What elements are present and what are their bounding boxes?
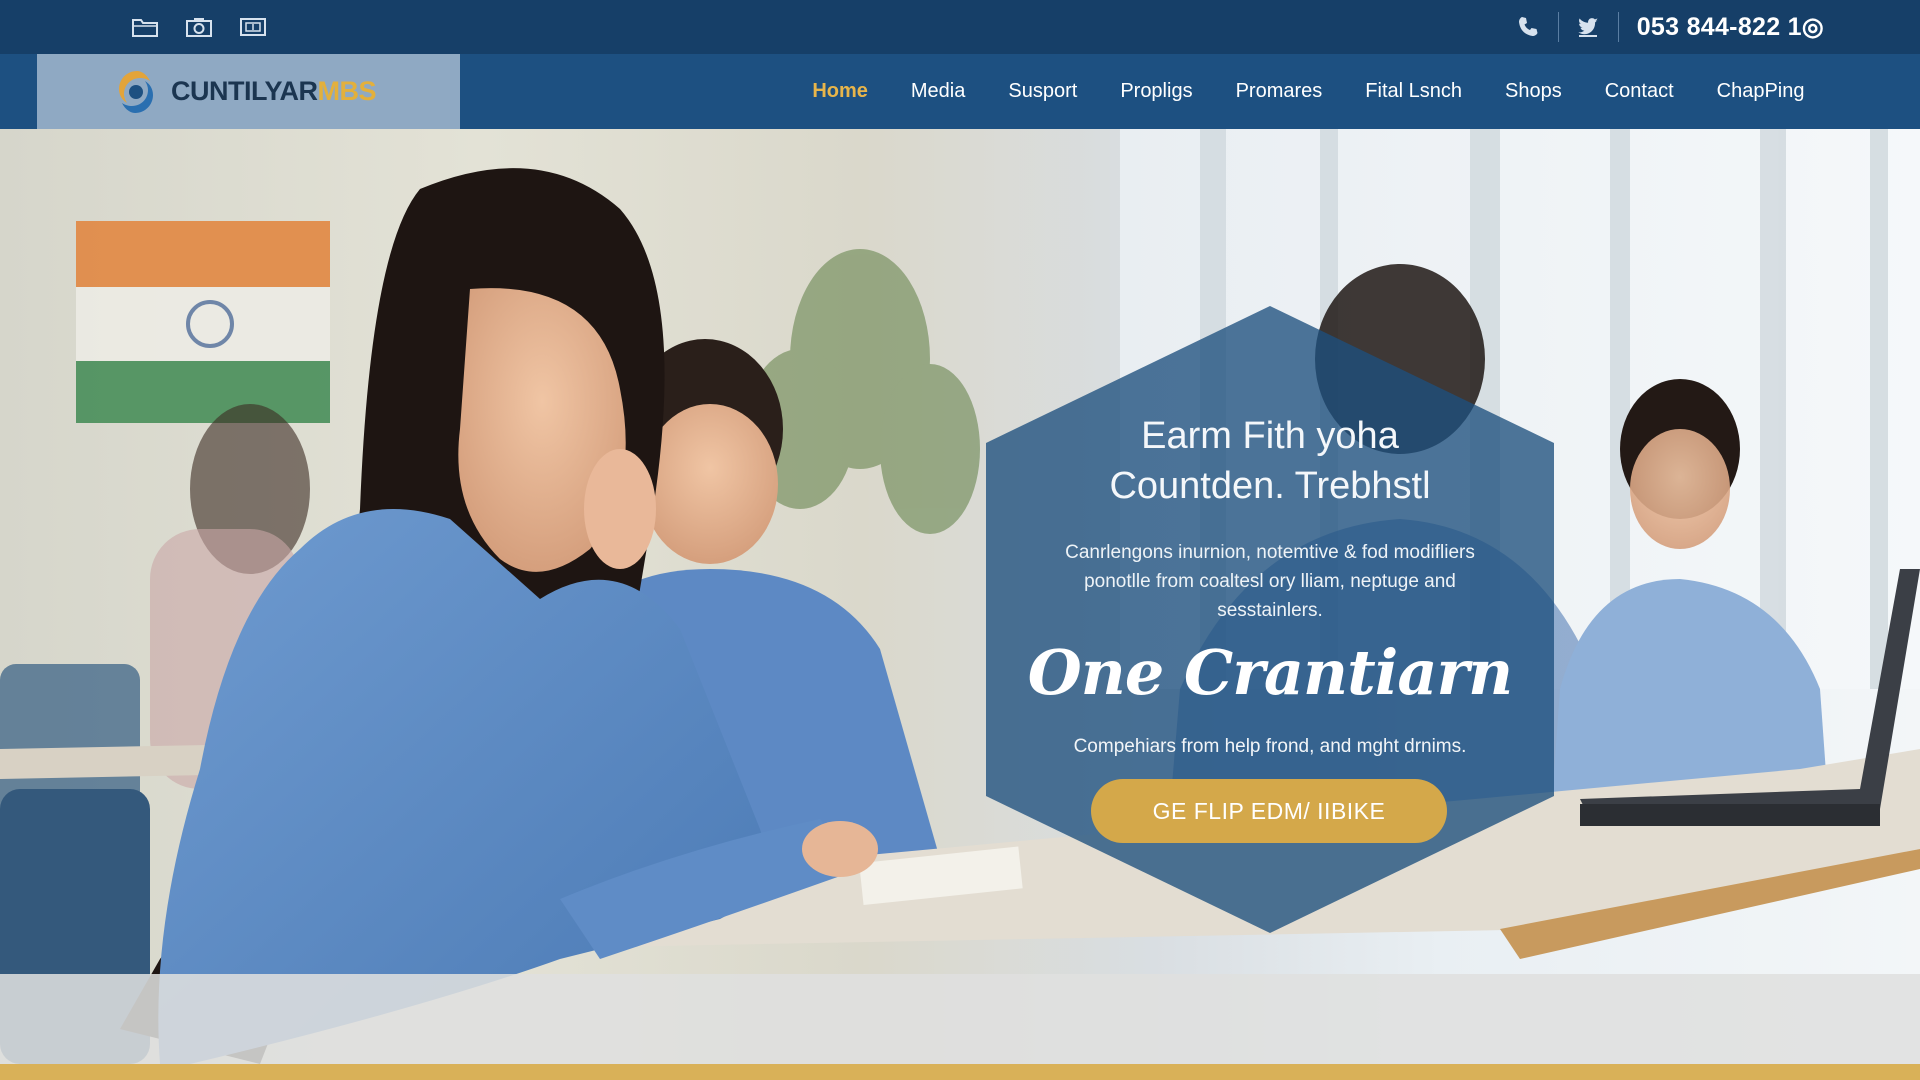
- hero-section: Earm Fith yoha Countden. Trebhstl Canrle…: [0, 129, 1920, 1064]
- phone-icon[interactable]: [1499, 12, 1559, 42]
- contact-bar: 053 844-822 1◎: [1499, 12, 1824, 42]
- camera-icon[interactable]: [184, 15, 214, 39]
- nav-item-contact[interactable]: Contact: [1583, 80, 1695, 103]
- logo[interactable]: CUNTILYARMBS: [37, 54, 460, 129]
- main-navbar: CUNTILYARMBS Home Media Susport Propligs…: [0, 54, 1920, 129]
- hero-background-photo: [0, 129, 1920, 1064]
- ticket-icon[interactable]: [238, 15, 268, 39]
- utility-icons: [130, 15, 268, 39]
- folder-icon[interactable]: [130, 15, 160, 39]
- nav-item-chapping[interactable]: ChapPing: [1695, 80, 1826, 103]
- logo-mark-icon: [119, 70, 153, 113]
- phone-number[interactable]: 053 844-822 1◎: [1619, 12, 1824, 42]
- hero-title: Earm Fith yoha Countden. Trebhstl: [1109, 415, 1431, 507]
- nav-item-media[interactable]: Media: [889, 80, 986, 103]
- hero-cta-button[interactable]: GE FLIP EDM/ IIBIKE: [1091, 779, 1447, 843]
- hero-bottom-band: [0, 974, 1920, 1064]
- hero-script-heading: One Crantiarn: [1027, 636, 1513, 709]
- nav-links: Home Media Susport Propligs Promares Fit…: [791, 54, 1826, 129]
- nav-item-promares[interactable]: Promares: [1214, 80, 1344, 103]
- twitter-icon[interactable]: [1559, 12, 1619, 42]
- nav-item-support[interactable]: Susport: [987, 80, 1099, 103]
- hero-description: Canrlengons inurnion, notemtive & fod mo…: [1065, 542, 1475, 621]
- nav-item-shops[interactable]: Shops: [1484, 80, 1584, 103]
- hero-subheading: Compehiars from help frond, and mght drn…: [1073, 736, 1467, 757]
- nav-item-fital-lsnch[interactable]: Fital Lsnch: [1344, 80, 1484, 103]
- nav-item-home[interactable]: Home: [791, 80, 890, 103]
- top-utility-bar: 053 844-822 1◎: [0, 0, 1920, 54]
- footer-gold-strip: [0, 1064, 1920, 1080]
- logo-text: CUNTILYARMBS: [171, 76, 377, 106]
- nav-item-propligs[interactable]: Propligs: [1099, 80, 1214, 103]
